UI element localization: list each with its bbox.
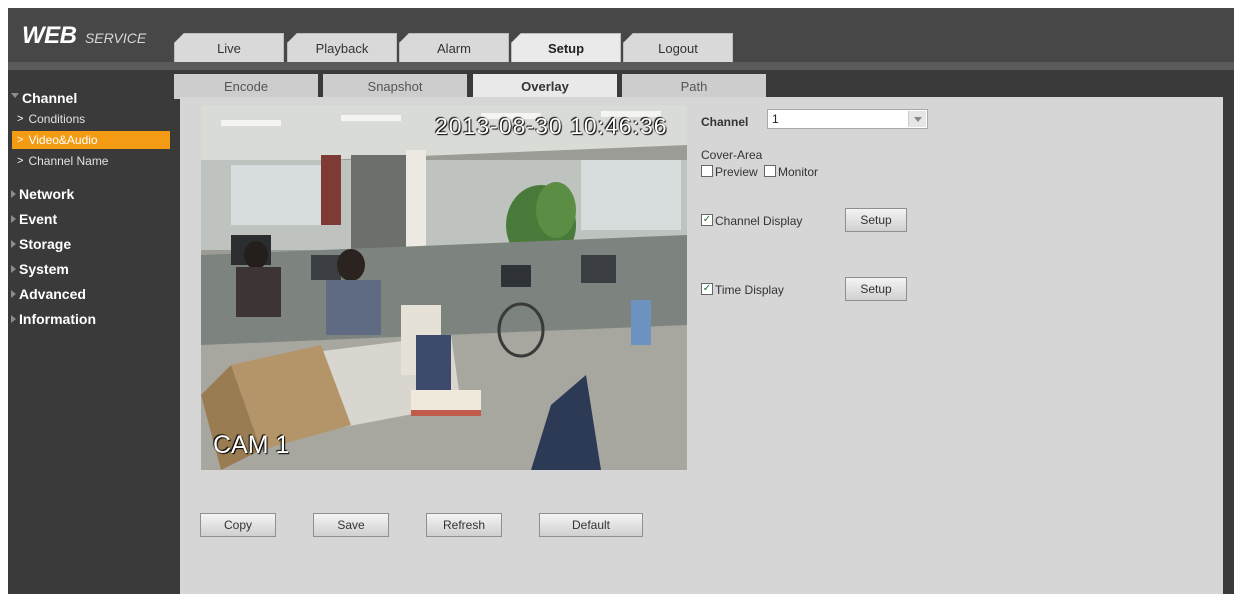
channel-select-value: 1	[772, 112, 779, 126]
channel-display-setup-button[interactable]: Setup	[845, 208, 907, 232]
tab-live[interactable]: Live	[174, 33, 284, 62]
collapsed-arrow-icon	[11, 190, 16, 198]
time-display-checkbox[interactable]: ✓	[701, 283, 713, 295]
default-button[interactable]: Default	[539, 513, 643, 537]
time-display-label: Time Display	[715, 283, 784, 297]
sidebar-group-label: Advanced	[19, 286, 86, 302]
subtab-path[interactable]: Path	[622, 74, 766, 99]
sidebar-item-label: Channel Name	[28, 154, 109, 168]
subtab-encode[interactable]: Encode	[174, 74, 318, 99]
preview-label: Preview	[715, 165, 758, 179]
logo-main: WEB	[22, 22, 77, 49]
logo: WEB SERVICE	[22, 22, 146, 50]
save-button[interactable]: Save	[313, 513, 389, 537]
chevron-down-icon[interactable]	[908, 111, 926, 127]
cover-area-label: Cover-Area	[701, 148, 763, 162]
monitor-checkbox[interactable]	[764, 165, 776, 177]
timestamp-overlay: 2013-08-30 10:46:36	[435, 113, 668, 139]
sidebar-group-label: Information	[19, 311, 96, 327]
sidebar-group-label: System	[19, 261, 69, 277]
time-display-setup-button[interactable]: Setup	[845, 277, 907, 301]
monitor-label: Monitor	[778, 165, 819, 179]
refresh-button[interactable]: Refresh	[426, 513, 502, 537]
sidebar-item-label: Video&Audio	[28, 133, 98, 147]
subtab-overlay[interactable]: Overlay	[473, 74, 617, 99]
header-divider	[8, 62, 1234, 70]
tab-setup[interactable]: Setup	[511, 33, 621, 62]
sidebar: Channel > Conditions > Video&Audio > Cha…	[8, 70, 174, 594]
sidebar-item-label: Conditions	[28, 112, 86, 126]
tab-playback[interactable]: Playback	[287, 33, 397, 62]
sidebar-group-label: Network	[19, 186, 75, 202]
channel-display-label: Channel Display	[715, 214, 803, 228]
collapsed-arrow-icon	[11, 265, 16, 273]
sidebar-group-label: Storage	[19, 236, 72, 252]
collapsed-arrow-icon	[11, 215, 16, 223]
sidebar-group-advanced[interactable]: Advanced	[11, 286, 86, 302]
content-area: Encode Snapshot Overlay Path 2013-08-30 …	[174, 70, 1234, 594]
sidebar-item-conditions[interactable]: > Conditions	[12, 110, 170, 128]
copy-button[interactable]: Copy	[200, 513, 276, 537]
collapsed-arrow-icon	[11, 315, 16, 323]
sidebar-group-network[interactable]: Network	[11, 186, 74, 202]
subtab-snapshot[interactable]: Snapshot	[323, 74, 467, 99]
expanded-arrow-icon	[11, 92, 19, 98]
sidebar-group-storage[interactable]: Storage	[11, 236, 71, 252]
tab-alarm[interactable]: Alarm	[399, 33, 509, 62]
preview-checkbox[interactable]	[701, 165, 713, 177]
sidebar-group-label: Event	[19, 211, 58, 227]
tab-logout[interactable]: Logout	[623, 33, 733, 62]
channel-select[interactable]: 1	[767, 109, 928, 129]
channel-label: Channel	[701, 115, 749, 129]
top-header: WEB SERVICE Live Playback Alarm Setup Lo…	[8, 8, 1234, 62]
logo-sub: SERVICE	[84, 30, 147, 46]
chevron-right-icon: >	[17, 134, 24, 146]
camera-frame-image	[201, 105, 687, 470]
sidebar-group-information[interactable]: Information	[11, 311, 96, 327]
chevron-right-icon: >	[17, 155, 24, 167]
overlay-panel: 2013-08-30 10:46:36 CAM 1 Channel 1 Cove…	[180, 97, 1223, 594]
sidebar-group-channel[interactable]: Channel	[11, 90, 77, 106]
sidebar-item-video-audio[interactable]: > Video&Audio	[12, 131, 170, 149]
channel-display-checkbox[interactable]: ✓	[701, 214, 713, 226]
sidebar-group-event[interactable]: Event	[11, 211, 57, 227]
sidebar-group-system[interactable]: System	[11, 261, 69, 277]
camera-name-overlay: CAM 1	[213, 431, 290, 459]
video-preview[interactable]: 2013-08-30 10:46:36 CAM 1	[201, 105, 687, 470]
app-window: WEB SERVICE Live Playback Alarm Setup Lo…	[8, 8, 1234, 594]
chevron-right-icon: >	[17, 113, 24, 125]
sidebar-item-channel-name[interactable]: > Channel Name	[12, 152, 170, 170]
collapsed-arrow-icon	[11, 240, 16, 248]
sidebar-group-label: Channel	[22, 90, 78, 106]
collapsed-arrow-icon	[11, 290, 16, 298]
